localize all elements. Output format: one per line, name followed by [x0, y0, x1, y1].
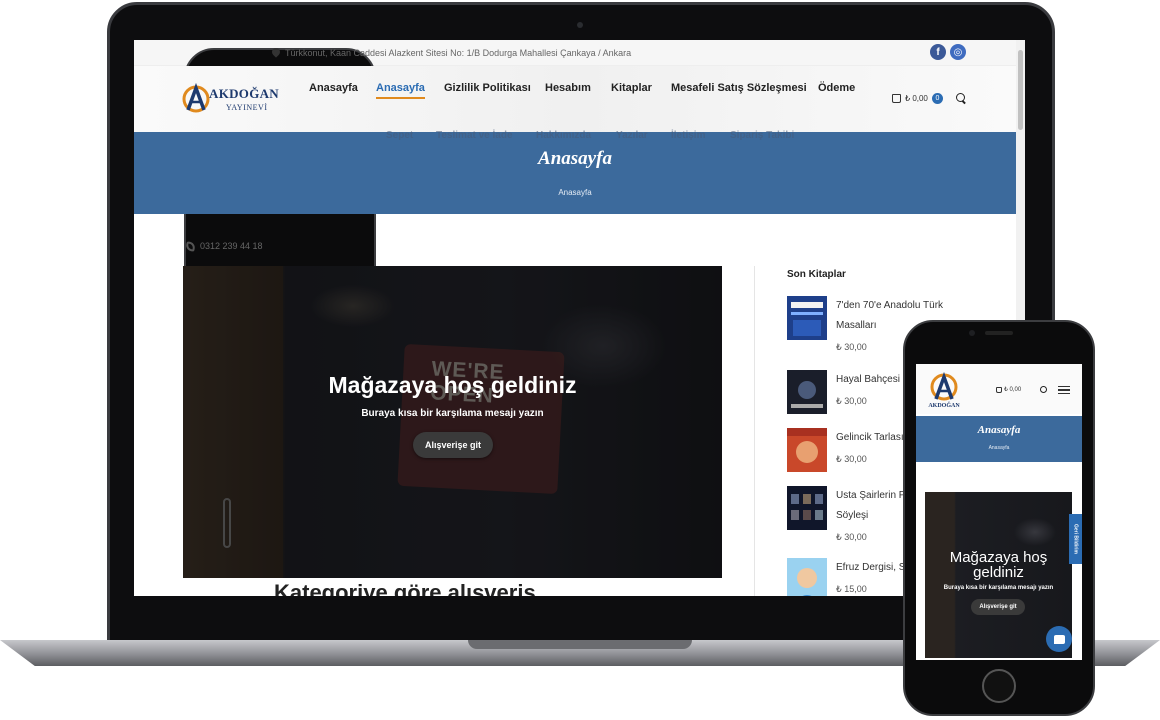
book-cover-image: [787, 296, 827, 340]
laptop-camera: [577, 22, 583, 28]
nav-item-anasayfa[interactable]: Anasayfa: [309, 82, 358, 94]
sidebar-divider: [754, 266, 755, 596]
mobile-breadcrumb[interactable]: Anasayfa: [916, 445, 1082, 451]
nav-item-anasayfa-active[interactable]: Anasayfa: [376, 82, 425, 99]
nav-item-odeme[interactable]: Ödeme: [818, 82, 855, 94]
mobile-hero-title: Mağazaya hoş geldiniz: [949, 549, 1048, 581]
logo-mark-icon: [182, 82, 210, 113]
instagram-icon[interactable]: ◎: [950, 44, 966, 60]
hero-overlay: [183, 266, 722, 578]
book-price: ₺ 30,00: [836, 396, 867, 406]
page-title: Anasayfa: [538, 148, 612, 169]
book-price: ₺ 30,00: [836, 532, 867, 542]
mobile-cart-button[interactable]: ₺ 0,00: [996, 386, 1021, 393]
hero-title: Mağazaya hoş geldiniz: [328, 372, 577, 398]
desktop-website: 0312 239 44 18 Türkkonut, Kaan Caddesi A…: [134, 40, 1025, 596]
book-price: ₺ 15,00: [836, 584, 867, 594]
cart-button[interactable]: ₺ 0,00 0: [892, 93, 943, 104]
book-price: ₺ 30,00: [836, 342, 867, 352]
nav-item-yazilar[interactable]: Yazılar: [616, 130, 648, 141]
site-logo[interactable]: AKDOĞAN YAYINEVİ: [182, 82, 282, 118]
book-cover-image: [787, 486, 827, 530]
shopping-bag-icon: [892, 94, 901, 103]
chat-bubble-icon[interactable]: [1046, 626, 1072, 652]
address-text: Türkkonut, Kaan Caddesi Alazkent Sitesi …: [285, 48, 632, 58]
device-mockup-stage: 0312 239 44 18 Türkkonut, Kaan Caddesi A…: [0, 0, 1160, 720]
category-heading: Kategoriye göre alışveriş: [274, 580, 536, 596]
facebook-icon[interactable]: f: [930, 44, 946, 60]
laptop-notch: [468, 640, 692, 649]
search-icon[interactable]: [956, 93, 966, 103]
logo-subtitle: YAYINEVİ: [226, 103, 268, 112]
nav-item-sepet[interactable]: Sepet: [386, 130, 413, 141]
nav-item-hesabim[interactable]: Hesabım: [545, 82, 591, 94]
book-cover-image: [787, 558, 827, 596]
nav-item-kitaplar[interactable]: Kitaplar: [611, 82, 652, 94]
site-header: AKDOĞAN YAYINEVİ Anasayfa Anasayfa Gizli…: [134, 66, 1016, 132]
nav-item-iletisim[interactable]: İletişim: [671, 130, 705, 141]
mobile-logo-text: AKDOĞAN: [928, 401, 960, 409]
mobile-logo-icon[interactable]: AKDOĞAN: [924, 369, 964, 409]
map-pin-icon: [272, 48, 280, 58]
mobile-cart-amount: ₺ 0,00: [1004, 387, 1022, 393]
book-price: ₺ 30,00: [836, 454, 867, 464]
recent-books-title: Son Kitaplar: [787, 269, 846, 280]
mobile-website: AKDOĞAN ₺ 0,00 Anasayfa Anasayfa Mağazay…: [916, 364, 1082, 660]
book-cover-image: [787, 370, 827, 414]
phone-camera: [969, 330, 975, 336]
mobile-shop-now-button[interactable]: Alışverişe git: [971, 599, 1025, 615]
cart-amount: ₺ 0,00: [905, 94, 928, 103]
shopping-bag-icon: [996, 386, 1002, 393]
phone-icon: [185, 240, 196, 252]
welcome-hero: WE'RE OPEN Mağazaya hoş geldiniz Buraya …: [183, 266, 722, 578]
hamburger-menu-icon[interactable]: [1058, 386, 1070, 394]
mobile-page-title: Anasayfa: [977, 424, 1021, 436]
mobile-search-icon[interactable]: [1040, 386, 1047, 393]
logo-name: AKDOĞAN: [209, 86, 279, 101]
mobile-header: AKDOĞAN ₺ 0,00: [916, 364, 1082, 414]
hero-subtitle: Buraya kısa bir karşılama mesajı yazın: [361, 408, 544, 419]
cart-count-badge: 0: [931, 93, 943, 104]
nav-item-gizlilik[interactable]: Gizlilik Politikası: [444, 82, 531, 94]
breadcrumb[interactable]: Anasayfa: [134, 188, 1016, 197]
scrollbar-thumb[interactable]: [1018, 50, 1023, 130]
contact-address: Türkkonut, Kaan Caddesi Alazkent Sitesi …: [272, 48, 631, 58]
top-info-bar: 0312 239 44 18 Türkkonut, Kaan Caddesi A…: [134, 40, 1025, 444]
shop-now-button[interactable]: Alışverişe git: [413, 432, 493, 458]
mobile-page-banner: Anasayfa Anasayfa: [916, 416, 1082, 462]
mobile-hero-subtitle: Buraya kısa bir karşılama mesajı yazın: [943, 585, 1054, 591]
book-cover-image: [787, 428, 827, 472]
nav-item-teslimat[interactable]: Teslimat ve İade: [436, 130, 513, 141]
page-title-banner: Anasayfa Anasayfa: [134, 132, 1016, 214]
feedback-tab[interactable]: Geri Bildirim: [1069, 514, 1082, 564]
phone-speaker: [985, 331, 1013, 335]
phone-home-button: [982, 669, 1016, 703]
nav-item-siparis-takibi[interactable]: Sipariş Takibi: [730, 130, 794, 141]
phone-number: 0312 239 44 18: [200, 241, 263, 251]
nav-item-mesafeli-satis[interactable]: Mesafeli Satış Sözleşmesi: [671, 82, 807, 94]
nav-item-hakkimizda[interactable]: Hakkımızda: [536, 130, 591, 141]
